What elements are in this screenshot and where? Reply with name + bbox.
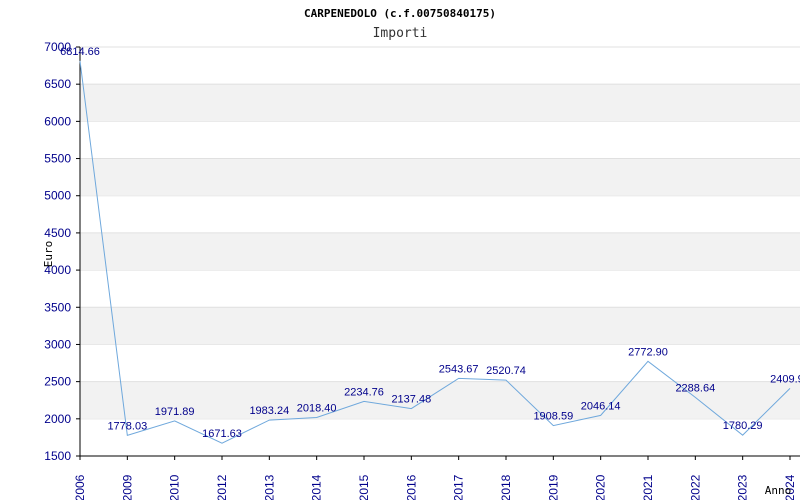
x-tick-label: 2022: [688, 474, 702, 500]
line-chart: CARPENEDOLO (c.f.00750840175) Importi 15…: [42, 7, 800, 500]
y-tick-label: 1500: [44, 449, 71, 463]
x-axis-ticks: 2006 2009 2010 2012 2013 2014 2015 2016 2017 2018…: [73, 456, 797, 500]
x-tick-label: 2012: [215, 474, 229, 500]
data-label: 2137.48: [391, 394, 431, 406]
x-tick-label: 2023: [736, 474, 750, 500]
grid-band: [80, 84, 800, 122]
y-tick-label: 2500: [44, 375, 71, 389]
data-label: 2772.90: [628, 346, 668, 358]
x-tick-label: 2013: [262, 474, 276, 500]
data-label: 6814.66: [60, 46, 100, 58]
x-tick-label: 2018: [499, 474, 513, 500]
grid-band: [80, 307, 800, 345]
chart-subtitle: Importi: [373, 26, 428, 41]
y-tick-label: 5000: [44, 189, 71, 203]
grid-band: [80, 232, 800, 271]
data-label: 2234.76: [344, 386, 384, 398]
y-tick-label: 6500: [44, 77, 71, 91]
y-tick-label: 2000: [44, 412, 71, 426]
data-label: 1908.59: [533, 411, 573, 423]
x-tick-label: 2017: [452, 474, 466, 500]
data-label: 1778.03: [107, 420, 147, 432]
data-label: 1780.29: [723, 420, 763, 432]
data-label: 2018.40: [297, 402, 337, 414]
y-tick-label: 4500: [44, 226, 71, 240]
x-tick-label: 2014: [310, 474, 324, 500]
x-tick-label: 2019: [546, 474, 560, 500]
y-tick-label: 3500: [44, 300, 71, 314]
chart-title: CARPENEDOLO (c.f.00750840175): [304, 7, 496, 20]
data-label: 1671.63: [202, 428, 242, 440]
x-tick-label: 2006: [73, 474, 87, 500]
data-label: 1983.24: [249, 405, 289, 417]
x-tick-label: 2016: [404, 474, 418, 500]
x-axis-label: Anno: [765, 484, 792, 497]
y-tick-label: 3000: [44, 337, 71, 351]
x-tick-label: 2015: [357, 474, 371, 500]
x-tick-label: 2010: [168, 474, 182, 500]
data-label: 2288.64: [675, 382, 715, 394]
data-label: 2046.14: [581, 400, 621, 412]
data-label: 2520.74: [486, 365, 526, 377]
data-label: 2409.90: [770, 373, 800, 385]
y-tick-label: 5500: [44, 152, 71, 166]
y-axis-label: Euro: [42, 241, 55, 268]
x-tick-label: 2020: [594, 474, 608, 500]
grid-band: [80, 158, 800, 196]
data-label: 1971.89: [155, 406, 195, 418]
y-tick-label: 6000: [44, 114, 71, 128]
x-tick-label: 2021: [641, 474, 655, 500]
x-tick-label: 2009: [120, 474, 134, 500]
data-label: 2543.67: [439, 363, 479, 375]
